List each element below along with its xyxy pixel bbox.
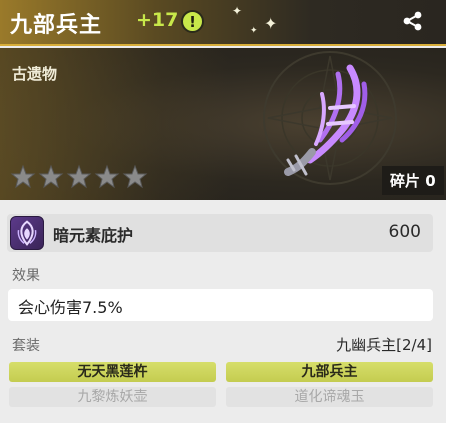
share-icon[interactable] [402, 10, 424, 32]
effect-text: 会心伤害7.5% [8, 289, 433, 321]
relic-header: 九部兵主 +17 ! ✦ ✦ ✦ [0, 0, 446, 46]
effect-label: 效果 [12, 268, 40, 284]
sparkle-decoration: ✦ [232, 4, 243, 18]
relic-banner: 古遗物 碎片 0 [0, 48, 446, 200]
star-icon [122, 164, 148, 189]
set-item[interactable]: 九部兵主 [226, 362, 433, 382]
main-stat-value: 600 [388, 222, 421, 242]
sparkle-decoration: ✦ [250, 26, 258, 36]
relic-detail-card: 九部兵主 +17 ! ✦ ✦ ✦ 古遗物 碎片 0 暗元素庇护 600 效果 会… [0, 0, 446, 423]
set-item[interactable]: 九黎炼妖壶 [9, 387, 216, 407]
main-stat-name: 暗元素庇护 [53, 226, 134, 245]
set-item[interactable]: 无天黑莲杵 [9, 362, 216, 382]
rarity-stars [10, 164, 148, 190]
relic-title: 九部兵主 [10, 13, 103, 38]
star-icon [66, 164, 92, 189]
relic-level: +17 [136, 9, 179, 31]
set-name: 九幽兵主[2/4] [336, 336, 432, 354]
star-icon [94, 164, 120, 189]
star-icon [38, 164, 64, 189]
main-stat-row: 暗元素庇护 600 [7, 214, 433, 252]
star-icon [10, 164, 36, 189]
info-icon[interactable]: ! [181, 10, 204, 33]
dark-element-icon [10, 216, 44, 250]
fragment-count: 碎片 0 [382, 166, 444, 195]
set-item[interactable]: 道化谛魂玉 [226, 387, 433, 407]
sparkle-decoration: ✦ [264, 14, 278, 33]
relic-category: 古遗物 [12, 65, 58, 83]
set-label: 套装 [12, 338, 40, 354]
